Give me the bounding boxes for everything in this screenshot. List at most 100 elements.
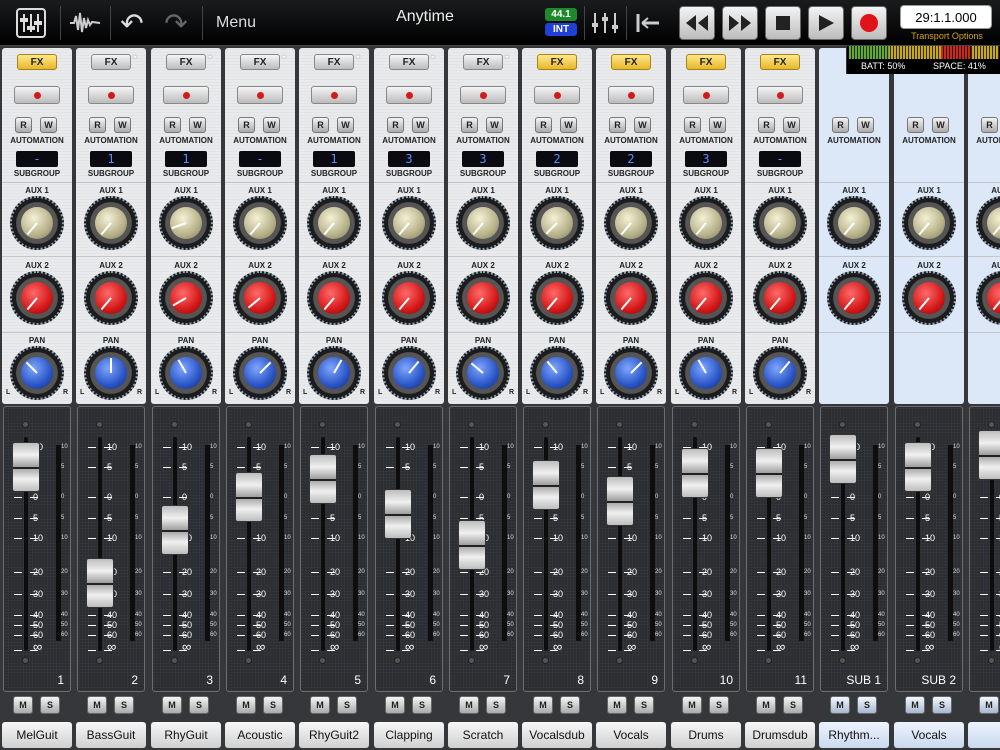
aux1-knob[interactable] (456, 196, 510, 250)
fader-handle[interactable] (12, 442, 40, 492)
fx-button[interactable]: FX * (463, 53, 509, 70)
mute-button[interactable]: M (87, 696, 107, 714)
aux1-knob[interactable] (382, 196, 436, 250)
track-name[interactable]: RhyGuit (151, 722, 221, 748)
track-name[interactable]: BassGuit (76, 722, 146, 748)
stop-button[interactable] (765, 6, 801, 40)
volume-fader[interactable]: 1010550055101020203030404050506060∞10 (672, 406, 740, 692)
aux1-knob[interactable] (827, 196, 881, 250)
return-to-zero-button[interactable] (630, 0, 666, 46)
aux1-knob[interactable] (84, 196, 138, 250)
record-arm-button[interactable] (386, 86, 432, 104)
subgroup-selector[interactable]: - (16, 151, 58, 167)
solo-button[interactable]: S (634, 696, 654, 714)
aux2-knob[interactable] (233, 271, 287, 325)
automation-read-button[interactable]: R (461, 117, 478, 133)
mute-button[interactable]: M (162, 696, 182, 714)
solo-button[interactable]: S (486, 696, 506, 714)
aux1-knob[interactable] (159, 196, 213, 250)
automation-read-button[interactable]: R (89, 117, 106, 133)
play-button[interactable] (808, 6, 844, 40)
record-arm-button[interactable] (460, 86, 506, 104)
volume-fader[interactable]: 1010550055101020203030404050506060∞5 (300, 406, 368, 692)
solo-button[interactable]: S (337, 696, 357, 714)
subgroup-selector[interactable]: 3 (388, 151, 430, 167)
edit-tools-button[interactable] (588, 0, 622, 46)
mute-button[interactable]: M (905, 696, 925, 714)
volume-fader[interactable]: 1010550055101020203030404050506060∞1 (3, 406, 71, 692)
fx-button[interactable]: FX (537, 54, 577, 70)
track-name[interactable]: Vocals (894, 722, 964, 748)
fader-handle[interactable] (755, 448, 783, 498)
solo-button[interactable]: S (783, 696, 803, 714)
fader-handle[interactable] (532, 460, 560, 510)
volume-fader[interactable]: 1010550055101020203030404050506060∞4 (226, 406, 294, 692)
pan-knob[interactable] (382, 346, 436, 400)
automation-read-button[interactable]: R (312, 117, 329, 133)
aux1-knob[interactable] (976, 196, 1000, 250)
aux2-knob[interactable] (753, 271, 807, 325)
subgroup-selector[interactable]: 3 (462, 151, 504, 167)
fader-handle[interactable] (904, 442, 932, 492)
solo-button[interactable]: S (857, 696, 877, 714)
volume-fader[interactable]: 1010550055101020203030404050506060∞2 (77, 406, 145, 692)
volume-fader[interactable]: 1010550055101020203030404050506060∞6 (375, 406, 443, 692)
pan-knob[interactable] (10, 346, 64, 400)
pan-knob[interactable] (530, 346, 584, 400)
mute-button[interactable]: M (979, 696, 999, 714)
fader-handle[interactable] (978, 430, 1000, 480)
fader-handle[interactable] (161, 505, 189, 555)
volume-fader[interactable]: 1010550055101020203030404050506060∞8 (523, 406, 591, 692)
subgroup-selector[interactable]: 2 (536, 151, 578, 167)
aux1-knob[interactable] (530, 196, 584, 250)
subgroup-selector[interactable]: 1 (90, 151, 132, 167)
fx-button[interactable]: FX * (240, 53, 286, 70)
record-arm-button[interactable] (14, 86, 60, 104)
automation-read-button[interactable]: R (387, 117, 404, 133)
menu-button[interactable]: Menu (206, 0, 266, 46)
automation-read-button[interactable]: R (907, 117, 924, 133)
mute-button[interactable]: M (830, 696, 850, 714)
automation-write-button[interactable]: W (932, 117, 949, 133)
record-arm-button[interactable] (237, 86, 283, 104)
fader-handle[interactable] (829, 434, 857, 484)
subgroup-selector[interactable]: 1 (313, 151, 355, 167)
undo-button[interactable]: ↶ (112, 0, 152, 46)
fx-button[interactable]: FX * (389, 53, 435, 70)
solo-button[interactable]: S (412, 696, 432, 714)
subgroup-selector[interactable]: 1 (165, 151, 207, 167)
mute-button[interactable]: M (756, 696, 776, 714)
aux2-knob[interactable] (976, 271, 1000, 325)
automation-read-button[interactable]: R (981, 117, 998, 133)
automation-read-button[interactable]: R (832, 117, 849, 133)
automation-write-button[interactable]: W (634, 117, 651, 133)
automation-write-button[interactable]: W (189, 117, 206, 133)
song-position-counter[interactable]: 29:1.1.000 (900, 5, 992, 29)
aux2-knob[interactable] (827, 271, 881, 325)
solo-button[interactable]: S (189, 696, 209, 714)
fx-button[interactable]: FX (686, 54, 726, 70)
automation-read-button[interactable]: R (15, 117, 32, 133)
fx-button[interactable]: FX (760, 54, 800, 70)
aux1-knob[interactable] (307, 196, 361, 250)
pan-knob[interactable] (159, 346, 213, 400)
record-arm-button[interactable] (683, 86, 729, 104)
aux2-knob[interactable] (382, 271, 436, 325)
rewind-button[interactable] (679, 6, 715, 40)
pan-knob[interactable] (307, 346, 361, 400)
volume-fader[interactable]: 1010550055101020203030404050506060∞SUB 2 (895, 406, 963, 692)
automation-write-button[interactable]: W (709, 117, 726, 133)
volume-fader[interactable]: 1010550055101020203030404050506060∞7 (449, 406, 517, 692)
record-arm-button[interactable] (163, 86, 209, 104)
automation-read-button[interactable]: R (535, 117, 552, 133)
solo-button[interactable]: S (40, 696, 60, 714)
transport-options-link[interactable]: Transport Options (897, 31, 997, 41)
automation-write-button[interactable]: W (783, 117, 800, 133)
fx-button[interactable]: FX (17, 54, 57, 70)
mute-button[interactable]: M (236, 696, 256, 714)
track-name[interactable]: RhyGuit2 (299, 722, 369, 748)
pan-knob[interactable] (233, 346, 287, 400)
fx-button[interactable]: FX * (91, 53, 137, 70)
pan-knob[interactable] (753, 346, 807, 400)
solo-button[interactable]: S (709, 696, 729, 714)
